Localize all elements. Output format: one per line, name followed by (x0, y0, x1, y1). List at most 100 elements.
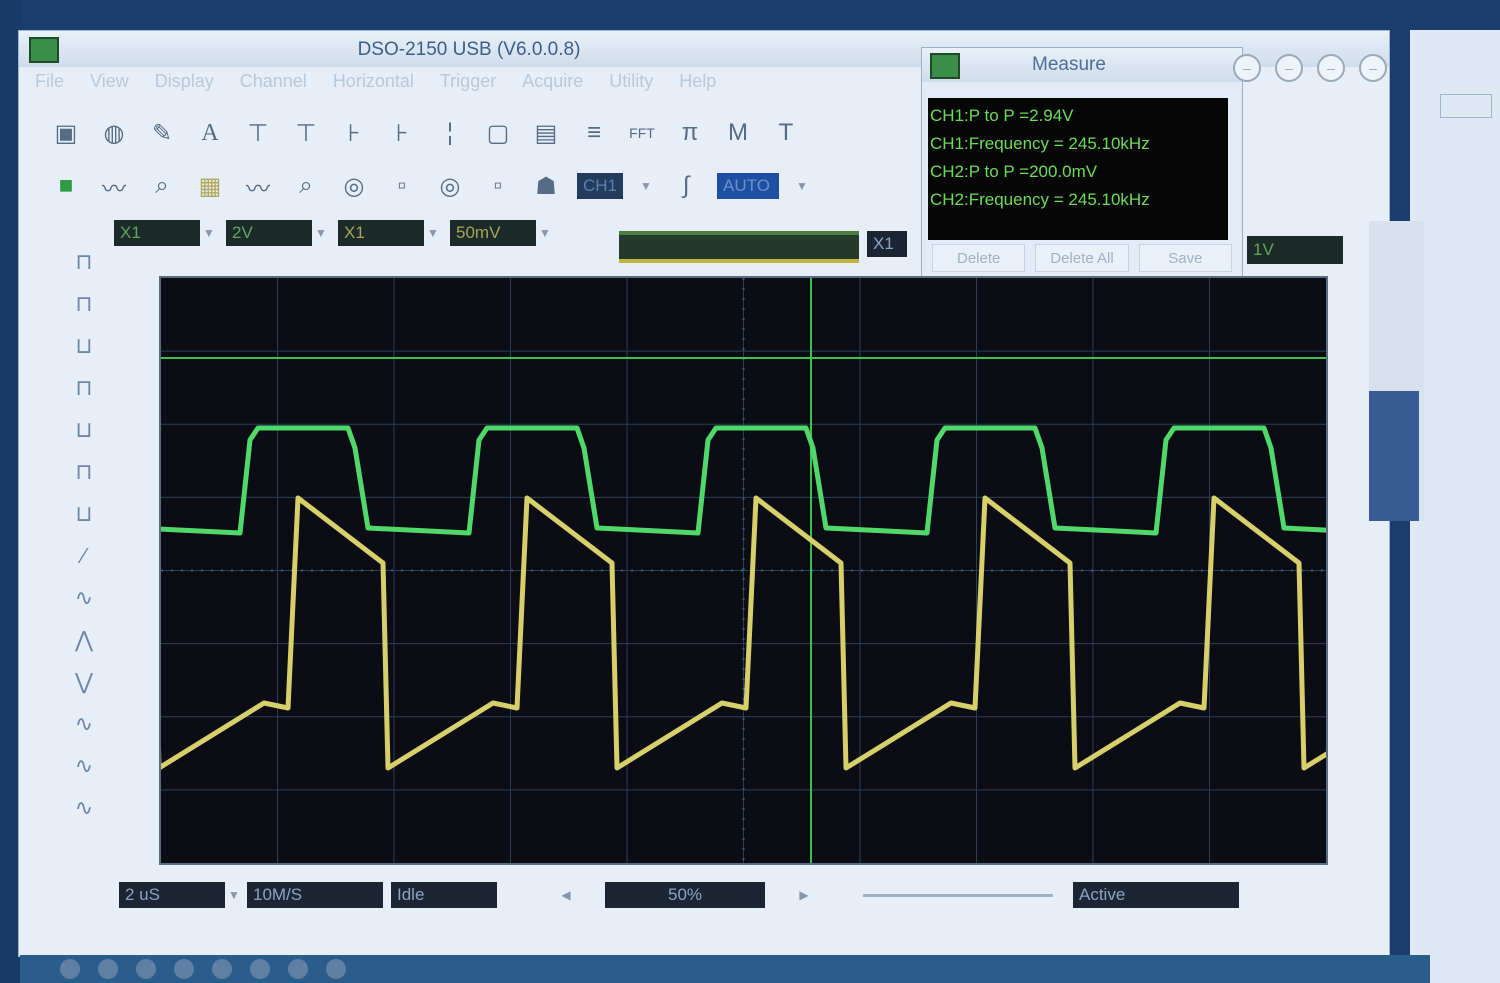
taskbar-icon[interactable] (250, 959, 270, 979)
ch1-volts-select[interactable]: 2V (226, 220, 312, 246)
maximize-icon[interactable]: – (1317, 54, 1345, 82)
menu-display[interactable]: Display (155, 71, 214, 101)
taskbar-icon[interactable] (326, 959, 346, 979)
time-div-select[interactable]: 2 uS (119, 882, 225, 908)
sample-rate-select[interactable]: 10M/S (247, 882, 383, 908)
chevron-down-icon[interactable]: ▼ (312, 220, 330, 246)
ch2-volts-select[interactable]: 50mV (450, 220, 536, 246)
measure-title-bar: Measure – – – – (922, 48, 1387, 82)
menu-horizontal[interactable]: Horizontal (333, 71, 414, 101)
m-button[interactable]: M (721, 116, 755, 150)
chevron-down-icon[interactable]: ▼ (200, 220, 218, 246)
ref-volts-select[interactable]: 1V (1247, 236, 1343, 264)
square-wave-icon[interactable]: ⊓ (67, 249, 101, 283)
wave-icon[interactable]: ∿ (67, 753, 101, 787)
chevron-down-icon[interactable]: ▼ (536, 220, 554, 246)
grid-icon[interactable]: ▢ (481, 116, 515, 150)
taskbar-icon[interactable] (174, 959, 194, 979)
globe-icon[interactable]: ◍ (97, 116, 131, 150)
cursor-icon-2[interactable]: ⊤ (289, 116, 323, 150)
chevron-down-icon[interactable]: ▼ (225, 882, 243, 908)
sine-icon[interactable]: ∿ (67, 585, 101, 619)
square-wave-icon[interactable]: ⊔ (67, 333, 101, 367)
square-wave-icon[interactable]: ⊓ (67, 459, 101, 493)
menu-trigger[interactable]: Trigger (440, 71, 496, 101)
waveform-display[interactable] (8, 276, 1500, 865)
measure-app-icon (930, 53, 960, 79)
fft-button[interactable]: FFT (625, 116, 659, 150)
measure-item[interactable]: CH2:Frequency = 245.10kHz (928, 186, 1228, 214)
cursor-icon-3[interactable]: ⊦ (337, 116, 371, 150)
pi-icon[interactable]: π (673, 116, 707, 150)
toolbar-bottom: ■ 〰 ⌕ ▦ 〰 ⌕ ◎ ▫ ◎ ▫ ☗ CH1 ▼ ∫ AUTO ▼ (49, 163, 929, 209)
menu-help[interactable]: Help (679, 71, 716, 101)
menu-view[interactable]: View (90, 71, 129, 101)
measure-item[interactable]: CH1:P to P =2.94V (928, 102, 1228, 130)
lines-icon[interactable]: ≡ (577, 116, 611, 150)
save-icon[interactable]: ▣ (49, 116, 83, 150)
position-slider[interactable] (863, 893, 1053, 897)
t-button[interactable]: T (769, 116, 803, 150)
save-button[interactable]: Save (1138, 244, 1232, 272)
taskbar-icon[interactable] (60, 959, 80, 979)
taskbar-icon[interactable] (212, 959, 232, 979)
target-icon[interactable]: ◎ (337, 169, 371, 203)
ch1-probe-select[interactable]: X1 (114, 220, 200, 246)
layout-icon[interactable]: ▤ (529, 116, 563, 150)
main-tab[interactable] (1440, 94, 1492, 118)
square-wave-icon[interactable]: ⊓ (67, 375, 101, 409)
wave-icon[interactable]: ∿ (67, 795, 101, 829)
window-title: DSO-2150 USB (V6.0.0.8) (357, 39, 581, 60)
measure-item[interactable]: CH1:Frequency = 245.10kHz (928, 130, 1228, 158)
chevron-down-icon[interactable]: ▼ (793, 173, 811, 199)
blank-icon-2[interactable]: ▫ (481, 169, 515, 203)
wave-icon[interactable]: 〰 (97, 169, 131, 203)
square-wave-icon[interactable]: ⊓ (67, 291, 101, 325)
taskbar-icon[interactable] (136, 959, 156, 979)
folder-icon[interactable]: ▦ (193, 169, 227, 203)
menu-file[interactable]: File (35, 71, 64, 101)
menu-acquire[interactable]: Acquire (522, 71, 583, 101)
trigger-mode-select[interactable]: AUTO (717, 173, 779, 199)
close-icon[interactable]: – (1359, 54, 1387, 82)
target-icon-2[interactable]: ◎ (433, 169, 467, 203)
ramp-icon[interactable]: ∕ (67, 543, 101, 577)
chevron-right-icon[interactable]: ▶ (795, 882, 813, 908)
position-value[interactable]: 50% (605, 882, 765, 908)
pulse-icon[interactable]: ⋁ (67, 669, 101, 703)
delete-button[interactable]: Delete (932, 244, 1026, 272)
measure-list: CH1:P to P =2.94V CH1:Frequency = 245.10… (928, 98, 1228, 240)
cursor-icon[interactable]: ⊤ (241, 116, 275, 150)
bottom-controls: 2 uS ▼ 10M/S Idle ◀ 50% ▶ Active (119, 879, 1239, 911)
square-wave-icon[interactable]: ⊔ (67, 417, 101, 451)
wave-icon-2[interactable]: 〰 (241, 169, 275, 203)
delete-all-button[interactable]: Delete All (1035, 244, 1129, 272)
restore-icon[interactable]: – (1275, 54, 1303, 82)
wave-icon[interactable]: ∿ (67, 711, 101, 745)
zoom-icon-2[interactable]: ⌕ (289, 169, 323, 203)
menu-channel[interactable]: Channel (240, 71, 307, 101)
square-wave-icon[interactable]: ⊔ (67, 501, 101, 535)
pulse-icon[interactable]: ⋀ (67, 627, 101, 661)
acquire-state: Idle (391, 882, 497, 908)
wave-tools-panel: ⊓ ⊓ ⊔ ⊓ ⊔ ⊓ ⊔ ∕ ∿ ⋀ ⋁ ∿ ∿ ∿ (49, 241, 119, 941)
chevron-down-icon[interactable]: ▼ (637, 173, 655, 199)
ch2-probe-select[interactable]: X1 (338, 220, 424, 246)
blank-icon[interactable]: ▫ (385, 169, 419, 203)
menu-utility[interactable]: Utility (609, 71, 653, 101)
taskbar-icon[interactable] (288, 959, 308, 979)
trigger-source-select[interactable]: CH1 (577, 173, 623, 199)
edge-icon[interactable]: ∫ (669, 169, 703, 203)
cursor-icon-4[interactable]: ⊦ (385, 116, 419, 150)
chevron-left-icon[interactable]: ◀ (557, 882, 575, 908)
zoom-icon[interactable]: ⌕ (145, 169, 179, 203)
text-tool-button[interactable]: A (193, 116, 227, 150)
math-probe-select[interactable]: X1 (867, 231, 907, 257)
measure-item[interactable]: CH2:P to P =200.0mV (928, 158, 1228, 186)
taskbar-icon[interactable] (98, 959, 118, 979)
tools-icon[interactable]: ✎ (145, 116, 179, 150)
minimize-icon[interactable]: – (1233, 54, 1261, 82)
chevron-down-icon[interactable]: ▼ (424, 220, 442, 246)
run-icon[interactable]: ■ (49, 169, 83, 203)
person-icon[interactable]: ☗ (529, 169, 563, 203)
